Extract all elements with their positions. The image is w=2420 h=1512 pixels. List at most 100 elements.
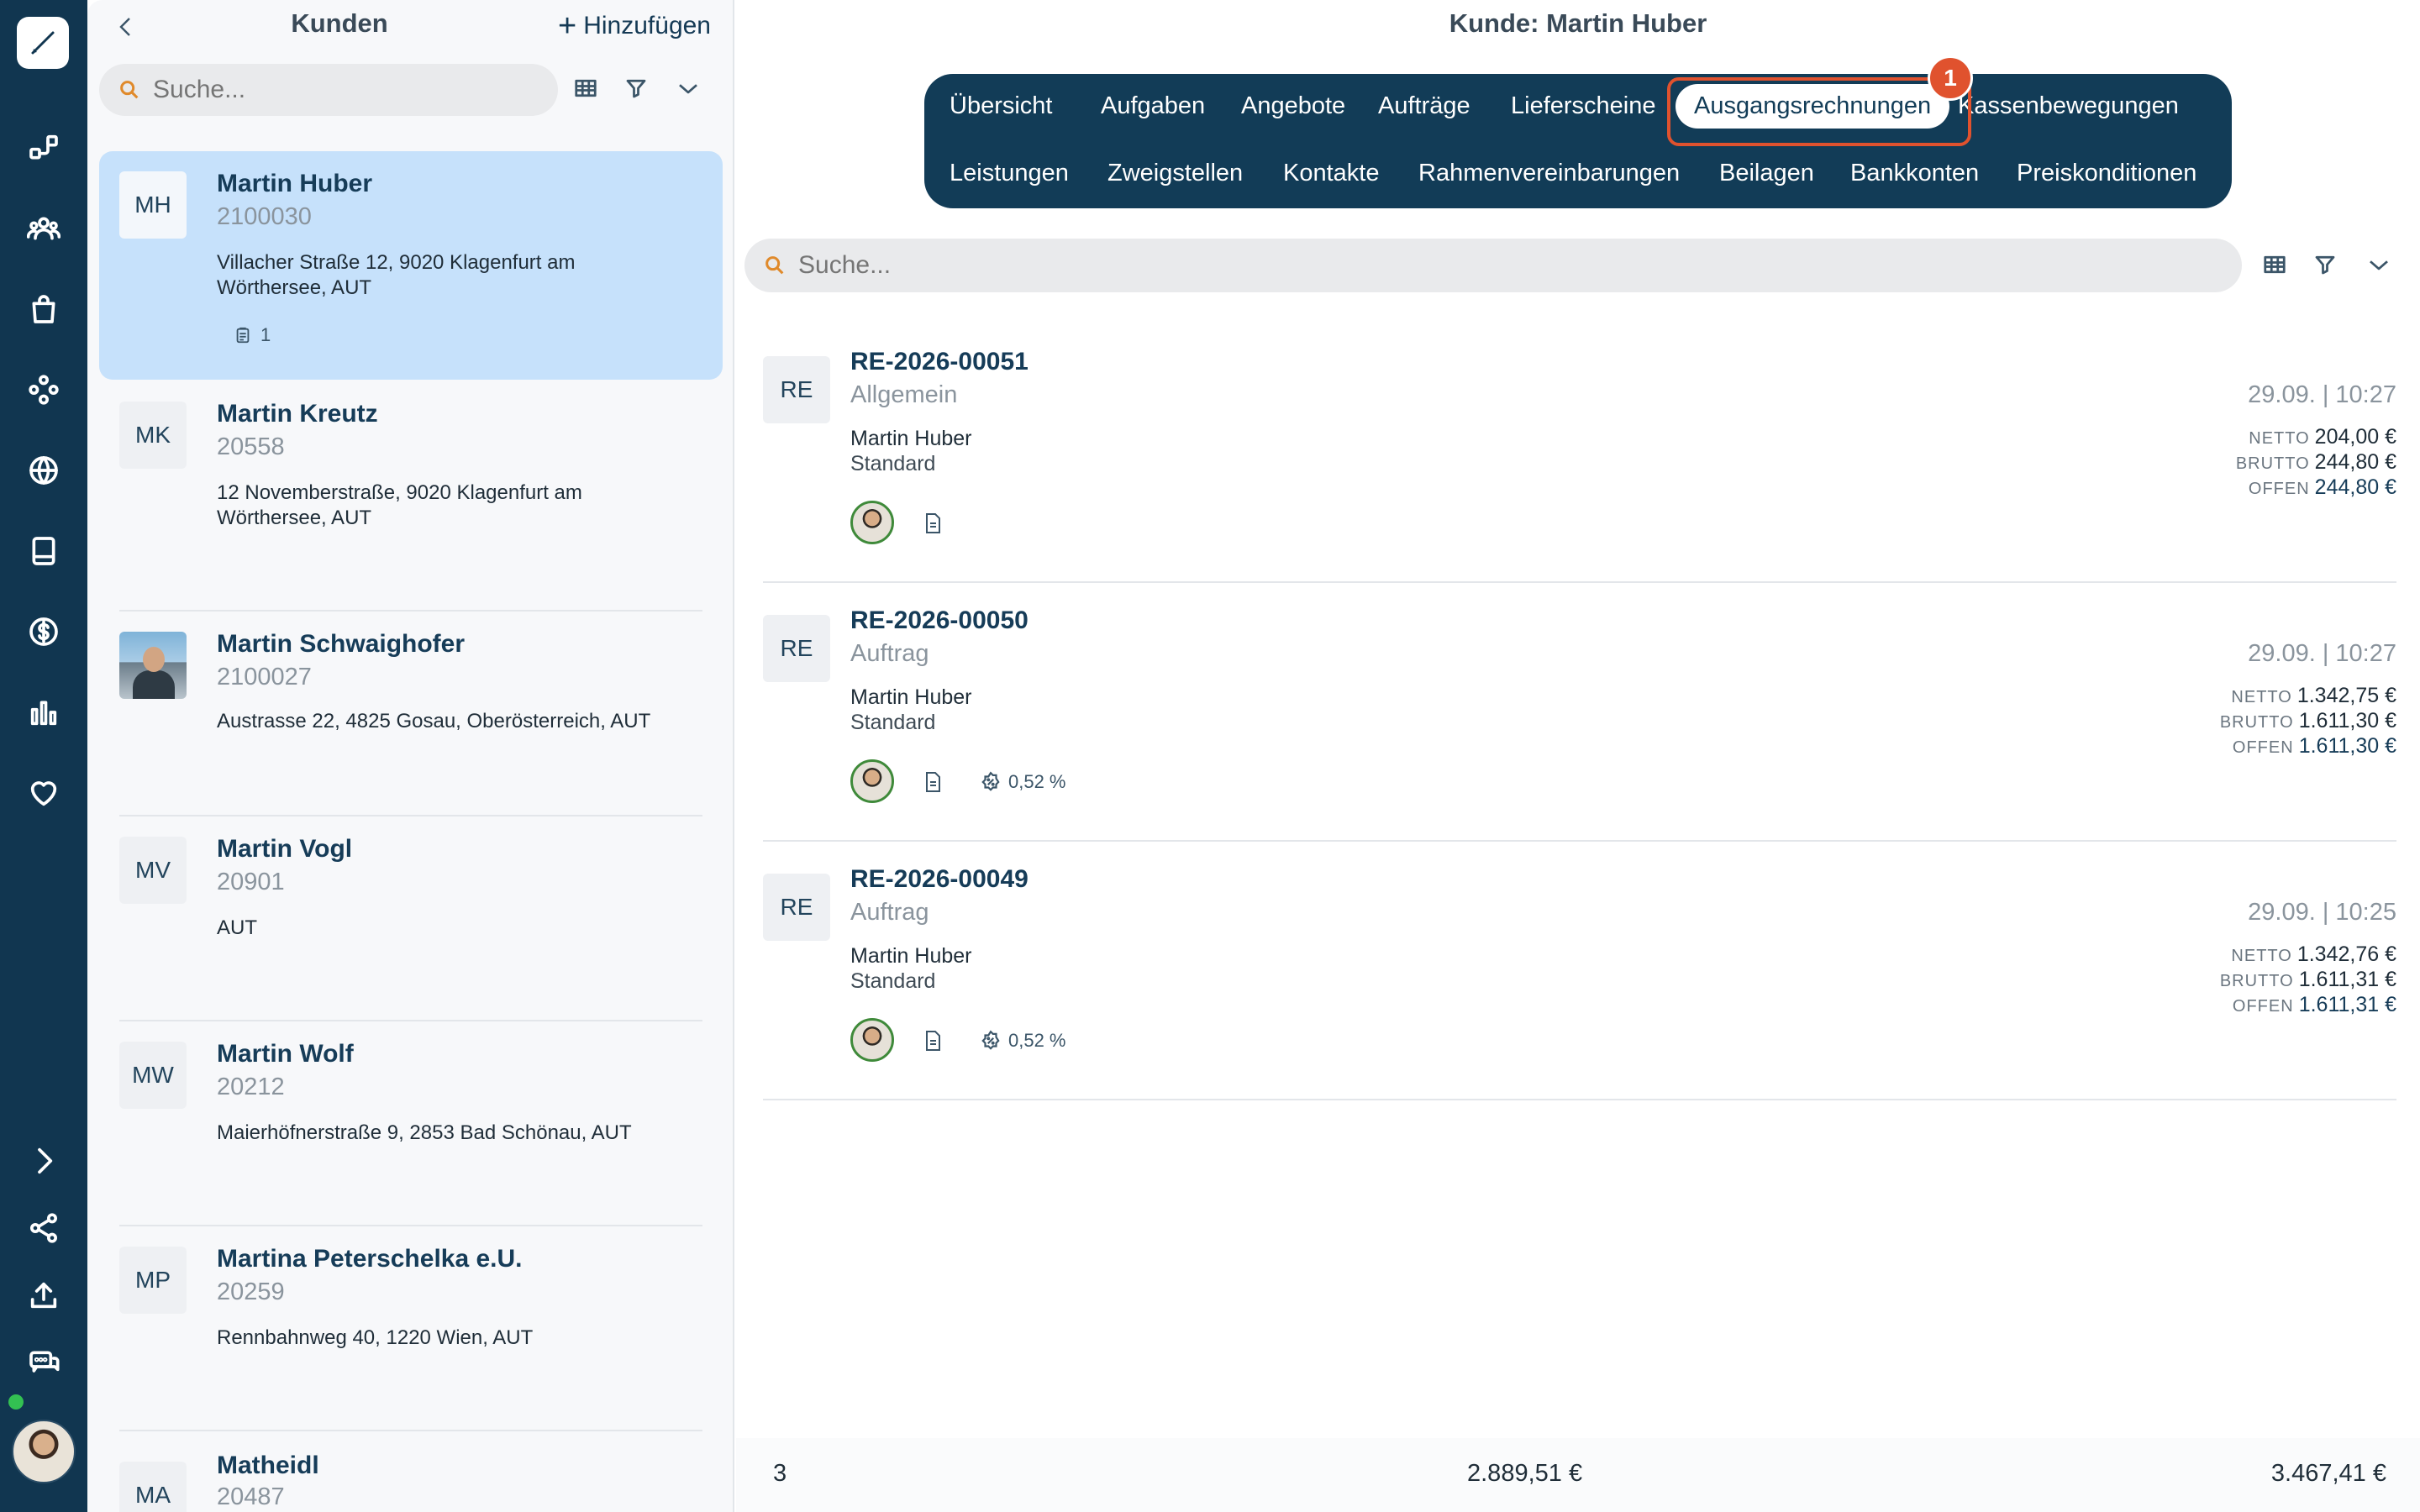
customers-icon[interactable]: [22, 207, 66, 250]
customer-initials: MP: [119, 1247, 187, 1314]
tab-aufgaben[interactable]: Aufgaben: [1101, 92, 1205, 120]
customer-name: Martina Peterschelka e.U.: [217, 1245, 523, 1273]
filter-icon[interactable]: [2312, 252, 2343, 282]
offen-value: 244,80 €: [2314, 475, 2396, 499]
netto-value: 1.342,76 €: [2296, 942, 2396, 966]
tab-preiskonditionen[interactable]: Preiskonditionen: [2017, 160, 2196, 187]
tab-zweigstellen[interactable]: Zweigstellen: [1107, 160, 1243, 187]
tab-leistungen[interactable]: Leistungen: [950, 160, 1069, 187]
tab-lieferscheine[interactable]: Lieferscheine: [1511, 92, 1656, 120]
tab-uebersicht[interactable]: Übersicht: [950, 92, 1053, 120]
plus-icon: +: [558, 8, 577, 44]
discount-badge: 0,52 %: [980, 771, 1066, 793]
tab-kassenbewegungen[interactable]: Kassenbewegungen: [1958, 92, 2179, 120]
document-icon[interactable]: [923, 1030, 943, 1052]
dollar-icon[interactable]: [22, 610, 66, 654]
netto-label: NETTO: [2249, 429, 2310, 448]
tab-kontakte[interactable]: Kontakte: [1283, 160, 1379, 187]
brutto-label: BRUTTO: [2235, 454, 2310, 473]
tab-bankkonten[interactable]: Bankkonten: [1850, 160, 1979, 187]
assignee-avatar: [850, 759, 894, 803]
add-customer-button[interactable]: + Hinzufügen: [558, 10, 711, 42]
tab-highlight-frame: [1667, 77, 1971, 146]
offen-value: 1.611,31 €: [2298, 993, 2396, 1016]
share-icon[interactable]: [22, 1206, 66, 1250]
customer-search-input[interactable]: [153, 76, 558, 104]
invoice-date: 29.09. | 10:27: [2248, 640, 2396, 667]
invoice-number: RE-2026-00049: [850, 865, 1028, 893]
user-avatar[interactable]: [12, 1420, 76, 1483]
assignee-avatar: [850, 1018, 894, 1062]
discount-value: 0,52 %: [1008, 1030, 1066, 1051]
customer-card[interactable]: MP Martina Peterschelka e.U. 20259 Rennb…: [99, 1226, 723, 1431]
invoice-type: Allgemein: [850, 381, 958, 408]
table-view-icon[interactable]: [573, 76, 603, 106]
document-icon[interactable]: [923, 512, 943, 534]
netto-total: 2.889,51 €: [1467, 1460, 1583, 1487]
customer-address: AUT: [217, 916, 257, 939]
customer-card[interactable]: Martin Schwaighofer 2100027 Austrasse 22…: [99, 612, 723, 816]
customer-name: Martin Kreutz: [217, 400, 378, 428]
tab-beilagen[interactable]: Beilagen: [1719, 160, 1814, 187]
chevron-down-icon[interactable]: [676, 76, 706, 106]
customer-address: Rennbahnweg 40, 1220 Wien, AUT: [217, 1326, 534, 1349]
tab-auftraege[interactable]: Aufträge: [1378, 92, 1470, 120]
customer-name: Martin Huber: [217, 170, 373, 197]
brutto-total: 3.467,41 €: [2270, 1460, 2386, 1487]
invoice-amounts: NETTO 204,00 € BRUTTO 244,80 € OFFEN 244,80…: [2128, 425, 2396, 501]
invoice-avatar: RE: [763, 615, 830, 682]
invoice-search-input[interactable]: [798, 251, 2242, 280]
table-view-icon[interactable]: [2262, 252, 2292, 282]
offen-label: OFFEN: [2248, 480, 2310, 498]
brutto-label: BRUTTO: [2219, 713, 2294, 732]
app-logo-icon[interactable]: [17, 17, 69, 69]
customer-initials: MW: [119, 1042, 187, 1109]
workflow-icon[interactable]: [22, 126, 66, 170]
customer-search-field[interactable]: [99, 64, 558, 116]
invoice-row[interactable]: RE RE-2026-00051 Allgemein Martin Huber …: [763, 326, 2396, 583]
customer-card[interactable]: MK Martin Kreutz 20558 12 Novemberstraße…: [99, 381, 723, 612]
heart-icon[interactable]: [22, 771, 66, 815]
add-customer-label: Hinzufügen: [583, 12, 711, 39]
invoice-amounts: NETTO 1.342,76 € BRUTTO 1.611,31 € OFFEN 1.…: [2128, 942, 2396, 1018]
document-icon[interactable]: [923, 771, 943, 793]
search-icon: [118, 78, 141, 102]
invoice-type: Auftrag: [850, 899, 929, 926]
invoice-row[interactable]: RE RE-2026-00049 Auftrag Martin Huber St…: [763, 843, 2396, 1100]
customer-name: Martin Wolf: [217, 1040, 354, 1068]
invoice-search-field[interactable]: [744, 239, 2242, 292]
chart-icon[interactable]: [22, 690, 66, 734]
invoice-customer: Martin Huber: [850, 685, 972, 709]
chat-icon[interactable]: [22, 1341, 66, 1384]
netto-label: NETTO: [2231, 947, 2292, 965]
panel-header: Kunden + Hinzufügen: [87, 0, 734, 50]
book-icon[interactable]: [22, 529, 66, 573]
offen-label: OFFEN: [2232, 997, 2294, 1016]
globe-icon[interactable]: [22, 449, 66, 492]
customer-card-selected[interactable]: MH Martin Huber 2100030 Villacher Straße…: [99, 151, 723, 380]
clipboard-icon: [236, 327, 250, 344]
customer-card[interactable]: MW Martin Wolf 20212 Maierhöfnerstraße 9…: [99, 1021, 723, 1226]
upload-icon[interactable]: [22, 1273, 66, 1317]
customer-list-panel: Kunden + Hinzufügen MH Martin Huber 2100…: [87, 0, 734, 1512]
network-icon[interactable]: [22, 368, 66, 412]
netto-value: 204,00 €: [2314, 425, 2396, 449]
shopping-bag-icon[interactable]: [22, 287, 66, 331]
customer-number: 20212: [217, 1074, 285, 1100]
assignee-avatar: [850, 501, 894, 544]
invoice-row[interactable]: RE RE-2026-00050 Auftrag Martin Huber St…: [763, 585, 2396, 842]
customer-name: Martin Schwaighofer: [217, 630, 466, 658]
tab-angebote[interactable]: Angebote: [1241, 92, 1345, 120]
customer-address: Maierhöfnerstraße 9, 2853 Bad Schönau, A…: [217, 1121, 632, 1144]
customer-name: Matheidl: [217, 1452, 319, 1479]
customer-card[interactable]: MV Martin Vogl 20901 AUT: [99, 816, 723, 1021]
filter-icon[interactable]: [623, 76, 654, 106]
expand-chevron-icon[interactable]: [22, 1139, 66, 1183]
brutto-label: BRUTTO: [2219, 972, 2294, 990]
customer-card[interactable]: MA Matheidl 20487: [99, 1431, 723, 1512]
discount-badge: 0,52 %: [980, 1030, 1066, 1052]
discount-icon: [981, 771, 1000, 791]
netto-label: NETTO: [2231, 688, 2292, 706]
chevron-down-icon[interactable]: [2366, 252, 2396, 282]
tab-rahmenvereinbarungen[interactable]: Rahmenvereinbarungen: [1418, 160, 1680, 187]
